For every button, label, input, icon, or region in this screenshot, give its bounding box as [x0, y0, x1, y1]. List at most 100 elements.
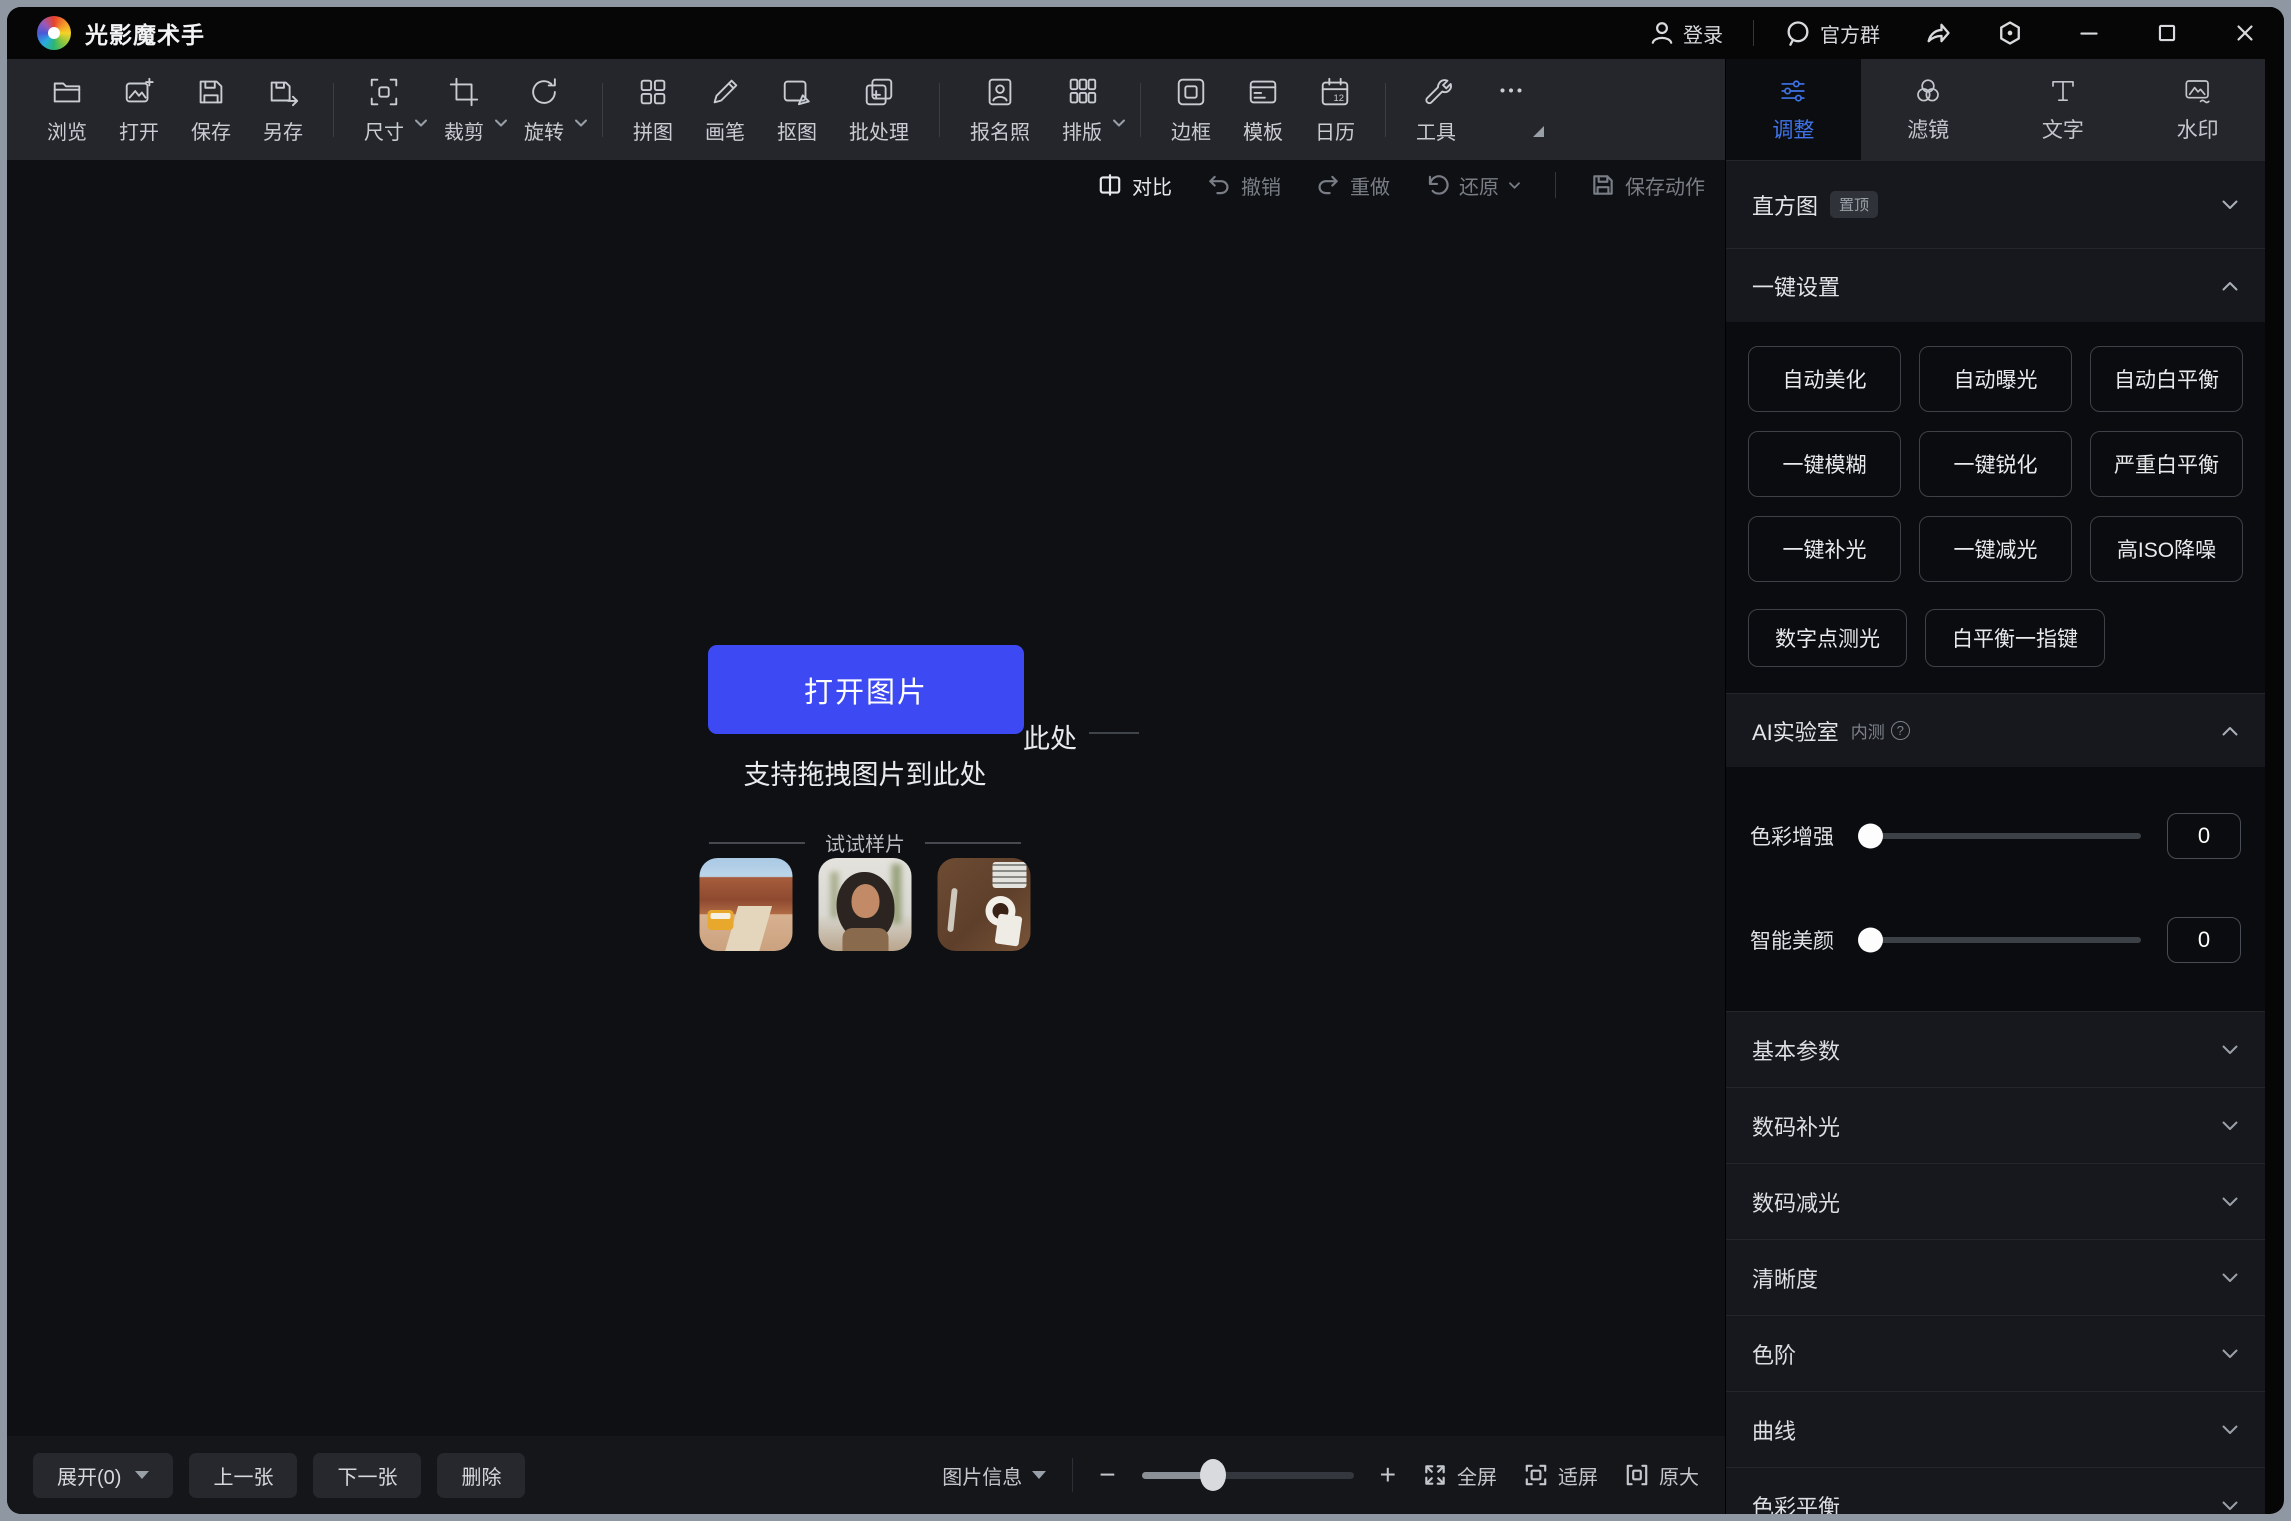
tools-button[interactable]: 工具 [1400, 69, 1472, 151]
image-info-button[interactable]: 图片信息 [942, 1461, 1046, 1490]
help-circle-icon[interactable]: ? [1891, 721, 1910, 740]
bottombar-divider [1072, 1458, 1073, 1492]
sample-thumbnail-portrait[interactable] [819, 858, 912, 951]
close-button[interactable] [2232, 20, 2258, 46]
next-image-button[interactable]: 下一张 [313, 1453, 421, 1498]
digital-spot-metering-button[interactable]: 数字点测光 [1748, 609, 1907, 667]
auto-white-balance-button[interactable]: 自动白平衡 [2090, 346, 2243, 412]
smart-beauty-slider[interactable] [1860, 937, 2141, 943]
titlebar: 光影魔术手 登录 官方群 [7, 7, 2284, 59]
tab-watermark[interactable]: 水印 [2130, 59, 2265, 160]
layout-grid-icon [1065, 75, 1099, 109]
calendar-button[interactable]: 12 日历 [1299, 69, 1371, 151]
zoom-slider-thumb[interactable] [1200, 1459, 1226, 1491]
toolbar-divider [1385, 83, 1386, 137]
cutout-button[interactable]: 抠图 [761, 69, 833, 151]
browse-button[interactable]: 浏览 [31, 69, 103, 151]
smart-beauty-slider-thumb[interactable] [1858, 928, 1883, 953]
tab-text-label: 文字 [2042, 114, 2084, 144]
resize-button[interactable]: 尺寸 [348, 69, 420, 151]
zoom-in-button[interactable]: + [1380, 1461, 1396, 1489]
samples-label: 试试样片 [825, 828, 905, 857]
toolbar-group-photo: 报名照 排版 [954, 69, 1126, 151]
brush-button[interactable]: 画笔 [689, 69, 761, 151]
sample-thumbnail-canyon[interactable] [700, 858, 793, 951]
one-click-sharpen-button[interactable]: 一键锐化 [1919, 431, 2072, 497]
actual-size-button[interactable]: 原大 [1624, 1461, 1699, 1490]
save-label: 保存 [191, 116, 231, 145]
section-digital-fill-light[interactable]: 数码补光 [1726, 1087, 2265, 1163]
smart-beauty-value[interactable]: 0 [2167, 917, 2241, 963]
save-as-button[interactable]: 另存 [247, 69, 319, 151]
collage-icon [636, 75, 670, 109]
section-color-balance[interactable]: 色彩平衡 [1726, 1467, 2265, 1514]
histogram-chevron-down-icon[interactable] [2221, 199, 2239, 211]
minimize-button[interactable] [2076, 20, 2102, 46]
high-iso-denoise-button[interactable]: 高ISO降噪 [2090, 516, 2243, 582]
white-balance-one-key-button[interactable]: 白平衡一指键 [1925, 609, 2105, 667]
template-button[interactable]: 模板 [1227, 69, 1299, 151]
open-button[interactable]: 打开 [103, 69, 175, 151]
fit-screen-button[interactable]: 适屏 [1523, 1461, 1598, 1490]
tab-text[interactable]: 文字 [1996, 59, 2131, 160]
section-clarity[interactable]: 清晰度 [1726, 1239, 2265, 1315]
restore-button[interactable]: 还原 [1424, 171, 1521, 200]
ai-lab-section-header[interactable]: AI实验室 内测 ? [1726, 693, 2265, 767]
rotate-button[interactable]: 旋转 [508, 69, 580, 151]
tab-filter[interactable]: 滤镜 [1861, 59, 1996, 160]
redo-button[interactable]: 重做 [1315, 171, 1390, 200]
restore-chevron-down-icon[interactable] [1508, 181, 1521, 190]
tab-adjust[interactable]: 调整 [1726, 59, 1861, 160]
section-levels[interactable]: 色阶 [1726, 1315, 2265, 1391]
one-click-fill-light-button[interactable]: 一键补光 [1748, 516, 1901, 582]
wrench-icon [1419, 75, 1453, 109]
color-enhance-slider[interactable] [1860, 833, 2141, 839]
brush-icon [708, 75, 742, 109]
expand-button[interactable]: 展开(0) [33, 1453, 173, 1498]
collage-button[interactable]: 拼图 [617, 69, 689, 151]
save-floppy-icon [194, 75, 228, 109]
maximize-button[interactable] [2154, 20, 2180, 46]
settings-gear-button[interactable] [1996, 19, 2024, 47]
render-artifact-line [1089, 732, 1139, 734]
section-digital-dim-light[interactable]: 数码减光 [1726, 1163, 2265, 1239]
one-click-blur-button[interactable]: 一键模糊 [1748, 431, 1901, 497]
main-toolbar: 浏览 打开 保存 另存 [7, 59, 1725, 160]
zoom-out-button[interactable]: − [1099, 1461, 1115, 1489]
zoom-slider[interactable] [1142, 1472, 1354, 1479]
open-image-button[interactable]: 打开图片 [708, 645, 1024, 734]
save-button[interactable]: 保存 [175, 69, 247, 151]
image-info-label: 图片信息 [942, 1461, 1022, 1490]
one-click-dim-light-button[interactable]: 一键减光 [1919, 516, 2072, 582]
frame-icon [1174, 75, 1208, 109]
share-button[interactable] [1924, 19, 1952, 47]
more-tools-button[interactable] [1472, 75, 1550, 145]
delete-image-button[interactable]: 删除 [437, 1453, 525, 1498]
severe-white-balance-button[interactable]: 严重白平衡 [2090, 431, 2243, 497]
previous-image-button[interactable]: 上一张 [189, 1453, 297, 1498]
histogram-section-header[interactable]: 直方图 置顶 [1726, 160, 2265, 248]
one-click-chevron-up-icon[interactable] [2221, 280, 2239, 292]
compare-button[interactable]: 对比 [1097, 171, 1172, 200]
section-basic-params[interactable]: 基本参数 [1726, 1011, 2265, 1087]
auto-exposure-button[interactable]: 自动曝光 [1919, 346, 2072, 412]
one-click-section-header[interactable]: 一键设置 [1726, 248, 2265, 322]
undo-button[interactable]: 撤销 [1206, 171, 1281, 200]
color-enhance-slider-thumb[interactable] [1858, 824, 1883, 849]
frame-button[interactable]: 边框 [1155, 69, 1227, 151]
crop-button[interactable]: 裁剪 [428, 69, 500, 151]
login-button[interactable]: 登录 [1649, 19, 1723, 48]
section-curves[interactable]: 曲线 [1726, 1391, 2265, 1467]
batch-button[interactable]: 批处理 [833, 69, 925, 151]
color-enhance-value[interactable]: 0 [2167, 813, 2241, 859]
auto-beautify-button[interactable]: 自动美化 [1748, 346, 1901, 412]
id-photo-button[interactable]: 报名照 [954, 69, 1046, 151]
official-group-button[interactable]: 官方群 [1784, 19, 1880, 48]
layout-button[interactable]: 排版 [1046, 69, 1118, 151]
frame-label: 边框 [1171, 116, 1211, 145]
sample-thumbnail-desk[interactable] [938, 858, 1031, 951]
ai-lab-chevron-up-icon[interactable] [2221, 725, 2239, 737]
caret-down-icon [1032, 1471, 1046, 1479]
save-action-button[interactable]: 保存动作 [1590, 171, 1705, 200]
fullscreen-button[interactable]: 全屏 [1422, 1461, 1497, 1490]
